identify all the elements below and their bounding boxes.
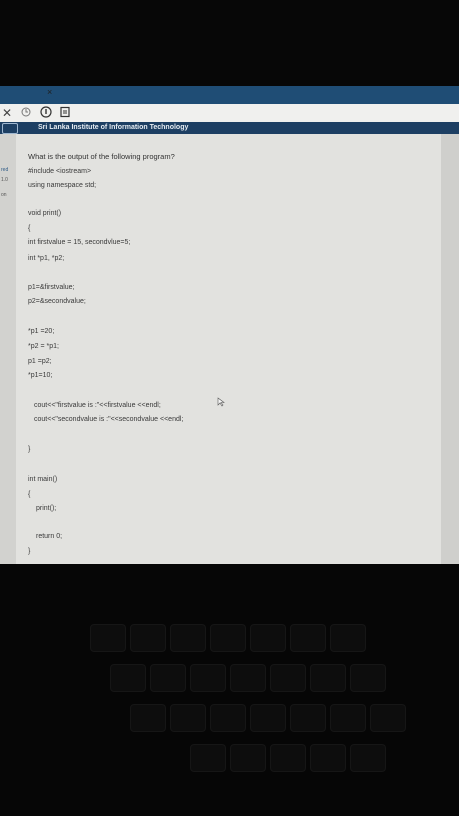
keyboard-key bbox=[270, 744, 306, 772]
side-label: on bbox=[1, 192, 7, 198]
keyboard-key bbox=[130, 624, 166, 652]
tab-close-icon[interactable]: × bbox=[47, 87, 52, 97]
keyboard-key bbox=[310, 744, 346, 772]
keyboard-key bbox=[350, 664, 386, 692]
code-line: p1 =p2; bbox=[28, 358, 52, 365]
code-line: cout<<"firstvalue is :"<<firstvalue <<en… bbox=[34, 402, 161, 409]
institution-title: Sri Lanka Institute of Information Techn… bbox=[38, 124, 189, 131]
keyboard-key bbox=[110, 664, 146, 692]
keyboard-key bbox=[370, 704, 406, 732]
close-icon[interactable]: ✕ bbox=[2, 106, 12, 120]
code-line: } bbox=[28, 446, 31, 453]
institution-banner: Sri Lanka Institute of Information Techn… bbox=[0, 122, 459, 134]
mouse-cursor-icon bbox=[217, 397, 225, 409]
code-line: print(); bbox=[36, 505, 57, 512]
keyboard-key bbox=[210, 624, 246, 652]
info-icon[interactable] bbox=[40, 106, 52, 121]
monitor-bezel-top bbox=[0, 0, 459, 86]
keyboard-key bbox=[230, 664, 266, 692]
left-side-panel: red 1.0 on bbox=[0, 134, 16, 564]
browser-toolbar: ✕ bbox=[0, 104, 459, 122]
code-line: using namespace std; bbox=[28, 182, 97, 189]
code-line: int main() bbox=[28, 476, 58, 483]
history-icon[interactable] bbox=[20, 106, 32, 121]
keyboard-key bbox=[250, 624, 286, 652]
keyboard-key bbox=[210, 704, 246, 732]
code-line: } bbox=[28, 548, 31, 555]
keyboard-key bbox=[330, 704, 366, 732]
keyboard-key bbox=[230, 744, 266, 772]
code-line: p2=&secondvalue; bbox=[28, 298, 86, 305]
keyboard-key bbox=[310, 664, 346, 692]
keyboard-key bbox=[250, 704, 286, 732]
side-label: red bbox=[1, 167, 9, 173]
institution-logo bbox=[2, 123, 18, 134]
keyboard-key bbox=[290, 704, 326, 732]
code-line: #include <iostream> bbox=[28, 168, 92, 175]
tab-bar: × bbox=[0, 86, 459, 104]
question-prompt: What is the output of the following prog… bbox=[28, 152, 175, 161]
keyboard-key bbox=[350, 744, 386, 772]
code-line: cout<<"secondvalue is :"<<secondvalue <<… bbox=[34, 416, 184, 423]
code-line: *p2 = *p1; bbox=[28, 343, 59, 350]
keyboard-key bbox=[270, 664, 306, 692]
code-line: { bbox=[28, 225, 31, 232]
code-line: *p1 =20; bbox=[28, 328, 55, 335]
right-edge-panel bbox=[441, 134, 459, 564]
keyboard-key bbox=[290, 624, 326, 652]
bookmark-icon[interactable] bbox=[59, 106, 71, 121]
keyboard-key bbox=[330, 624, 366, 652]
code-line: void print() bbox=[28, 210, 62, 217]
keyboard-key bbox=[190, 664, 226, 692]
laptop-keyboard bbox=[0, 564, 459, 816]
question-panel: What is the output of the following prog… bbox=[16, 134, 441, 564]
code-line: int firstvalue = 15, secondvlue=5; bbox=[28, 239, 131, 246]
code-line: return 0; bbox=[36, 533, 63, 540]
screen: × ✕ Sri Lanka Institute of Information T… bbox=[0, 86, 459, 564]
keyboard-key bbox=[170, 704, 206, 732]
code-line: *p1=10; bbox=[28, 372, 53, 379]
side-label: 1.0 bbox=[1, 177, 8, 183]
keyboard-key bbox=[190, 744, 226, 772]
keyboard-key bbox=[130, 704, 166, 732]
code-line: p1=&firstvalue; bbox=[28, 284, 75, 291]
keyboard-key bbox=[90, 624, 126, 652]
keyboard-key bbox=[170, 624, 206, 652]
keyboard-key bbox=[150, 664, 186, 692]
code-line: int *p1, *p2; bbox=[28, 255, 65, 262]
code-line: { bbox=[28, 491, 31, 498]
